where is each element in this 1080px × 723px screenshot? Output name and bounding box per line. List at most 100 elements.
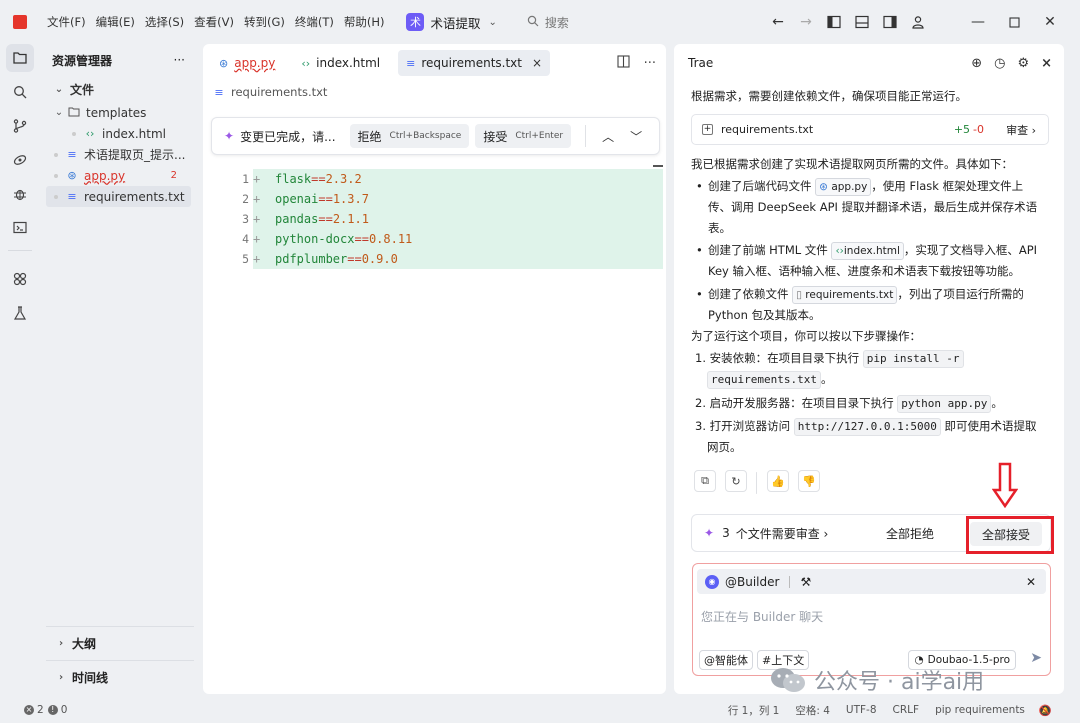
- search-input[interactable]: 搜索: [527, 14, 569, 31]
- tab-requirements[interactable]: ≡ requirements.txt ×: [398, 50, 551, 76]
- extensions-icon[interactable]: [6, 265, 34, 293]
- tools-icon[interactable]: ⚒: [800, 575, 811, 589]
- close-window-icon[interactable]: ✕: [1036, 8, 1064, 36]
- remote-icon[interactable]: [6, 146, 34, 174]
- code-area[interactable]: 1 + flask == 2.3.2 2 + openai == 1.3.7 3 + pand…: [203, 169, 663, 269]
- editor-group: ⊛ app.py ‹› index.html ≡ requirements.tx…: [203, 44, 666, 694]
- explorer-title: 资源管理器: [52, 53, 113, 68]
- review-count: 3: [722, 526, 730, 540]
- review-files-link[interactable]: 个文件需要审查 ›: [736, 525, 829, 542]
- notifications-off-icon[interactable]: 🔕: [1039, 704, 1052, 717]
- reject-all-button[interactable]: 全部拒绝: [886, 525, 934, 542]
- error-count-badge: 2: [170, 170, 177, 181]
- code-line: 3 + pandas == 2.1.1: [203, 209, 663, 229]
- close-icon[interactable]: ×: [532, 56, 542, 70]
- history-icon[interactable]: ◷: [994, 56, 1005, 71]
- search-icon[interactable]: [6, 78, 34, 106]
- explorer-header: 资源管理器 ···: [40, 44, 197, 76]
- debug-icon[interactable]: [6, 180, 34, 208]
- chevron-up-icon[interactable]: ︿: [602, 128, 614, 145]
- menu-goto[interactable]: 转到(G): [244, 14, 285, 30]
- section-files[interactable]: ⌄ 文件: [40, 76, 197, 102]
- tree-file-prompt[interactable]: ≡ 术语提取页_提示...: [40, 144, 197, 165]
- toggle-sidebar-icon[interactable]: [820, 8, 848, 36]
- back-arrow-icon[interactable]: ←: [764, 8, 792, 36]
- activity-bar: [0, 44, 40, 696]
- code-line: 4 + python-docx == 0.8.11: [203, 229, 663, 249]
- language-mode[interactable]: pip requirements: [935, 704, 1025, 716]
- indentation[interactable]: 空格: 4: [795, 703, 830, 718]
- menu-file[interactable]: 文件(F): [47, 14, 86, 30]
- minimize-icon[interactable]: —: [964, 8, 992, 36]
- maximize-icon[interactable]: [1000, 8, 1028, 36]
- tab-index-html[interactable]: ‹› index.html: [293, 50, 388, 76]
- code-line: 5 + pdfplumber == 0.9.0: [203, 249, 663, 269]
- menu-edit[interactable]: 编辑(E): [96, 14, 135, 30]
- thumbs-down-icon[interactable]: 👎: [798, 470, 820, 492]
- encoding[interactable]: UTF-8: [846, 704, 877, 716]
- explorer-icon[interactable]: [6, 44, 34, 72]
- toggle-panel-icon[interactable]: [848, 8, 876, 36]
- tree-file-app-py[interactable]: ⊛ app.py 2: [40, 165, 197, 186]
- file-pill-requirements[interactable]: ▯ requirements.txt: [792, 286, 898, 304]
- review-status: 变更已完成，请...: [240, 129, 336, 144]
- agent-name[interactable]: @Builder: [725, 575, 779, 589]
- tab-app-py[interactable]: ⊛ app.py: [211, 50, 283, 76]
- sparkle-icon: ✦: [704, 526, 715, 540]
- red-arrow-annotation: [991, 462, 1019, 511]
- terminal-icon[interactable]: [6, 214, 34, 242]
- forward-arrow-icon[interactable]: →: [792, 8, 820, 36]
- lines-icon: ≡: [406, 56, 416, 70]
- review-file-link[interactable]: 审查 ›: [1006, 122, 1036, 138]
- copy-icon[interactable]: ⧉: [694, 470, 716, 492]
- close-icon[interactable]: ×: [1041, 56, 1052, 71]
- send-icon[interactable]: ➤: [1030, 650, 1042, 666]
- reject-button[interactable]: 拒绝 Ctrl+Backspace: [349, 124, 470, 148]
- tree-file-index-html[interactable]: ‹› index.html: [40, 123, 197, 144]
- list-item: • 创建了后端代码文件 ⊛ app.py ，使用 Flask 框架处理文件上 传、…: [696, 178, 1038, 235]
- scrollbar[interactable]: [653, 165, 663, 167]
- project-switcher[interactable]: 术 术语提取 ⌄: [406, 13, 497, 32]
- wechat-logo-icon: [771, 668, 805, 692]
- line-ending[interactable]: CRLF: [893, 704, 920, 716]
- account-icon[interactable]: [904, 8, 932, 36]
- watermark: 公众号 · ai学ai用: [768, 664, 984, 696]
- python-icon: ⊛: [67, 169, 77, 182]
- code-line: 2 + openai == 1.3.7: [203, 189, 663, 209]
- source-control-icon[interactable]: [6, 112, 34, 140]
- toggle-aux-sidebar-icon[interactable]: [876, 8, 904, 36]
- accept-button[interactable]: 接受 Ctrl+Enter: [475, 124, 572, 148]
- menu-terminal[interactable]: 终端(T): [295, 14, 334, 30]
- menu-help[interactable]: 帮助(H): [344, 14, 385, 30]
- thumbs-up-icon[interactable]: 👍: [767, 470, 789, 492]
- menu-view[interactable]: 查看(V): [194, 14, 234, 30]
- problems-status[interactable]: × 2 ! 0: [24, 704, 67, 716]
- file-pill-app-py[interactable]: ⊛ app.py: [815, 178, 872, 196]
- section-timeline[interactable]: › 时间线: [46, 660, 194, 693]
- chat-input[interactable]: 您正在与 Builder 聊天: [701, 608, 823, 625]
- tree-file-requirements[interactable]: ≡ requirements.txt: [46, 186, 191, 207]
- menu-selection[interactable]: 选择(S): [145, 14, 184, 30]
- chevron-down-icon[interactable]: ﹀: [630, 128, 642, 145]
- project-name: 术语提取: [430, 15, 481, 31]
- file-pill-index-html[interactable]: ‹›index.html: [831, 242, 904, 260]
- cursor-position[interactable]: 行 1，列 1: [728, 703, 780, 718]
- explorer-panel: 资源管理器 ··· ⌄ 文件 ⌄ templates ‹› index.html…: [40, 44, 197, 696]
- agent-chip[interactable]: @智能体: [699, 650, 753, 670]
- tree-folder-templates[interactable]: ⌄ templates: [40, 102, 197, 123]
- chevron-down-icon: ⌄: [488, 16, 497, 28]
- agent-selector: ◉ @Builder ⚒ ✕: [697, 569, 1046, 594]
- split-editor-icon[interactable]: [617, 54, 630, 72]
- more-icon[interactable]: ···: [174, 53, 185, 67]
- changed-file-card[interactable]: + requirements.txt +5 -0 审查 ›: [691, 114, 1049, 145]
- section-outline[interactable]: › 大纲: [46, 626, 194, 659]
- chat-intro: 根据需求，需要创建依赖文件，确保项目能正常运行。: [691, 89, 967, 103]
- more-icon[interactable]: ···: [644, 56, 656, 71]
- gear-icon[interactable]: ⚙: [1017, 56, 1029, 71]
- testing-icon[interactable]: [6, 299, 34, 327]
- new-chat-icon[interactable]: ⊕: [971, 56, 982, 71]
- python-icon: ⊛: [219, 56, 229, 70]
- close-icon[interactable]: ✕: [1026, 575, 1036, 589]
- chevron-right-icon: ›: [58, 637, 64, 649]
- regenerate-icon[interactable]: ↻: [725, 470, 747, 492]
